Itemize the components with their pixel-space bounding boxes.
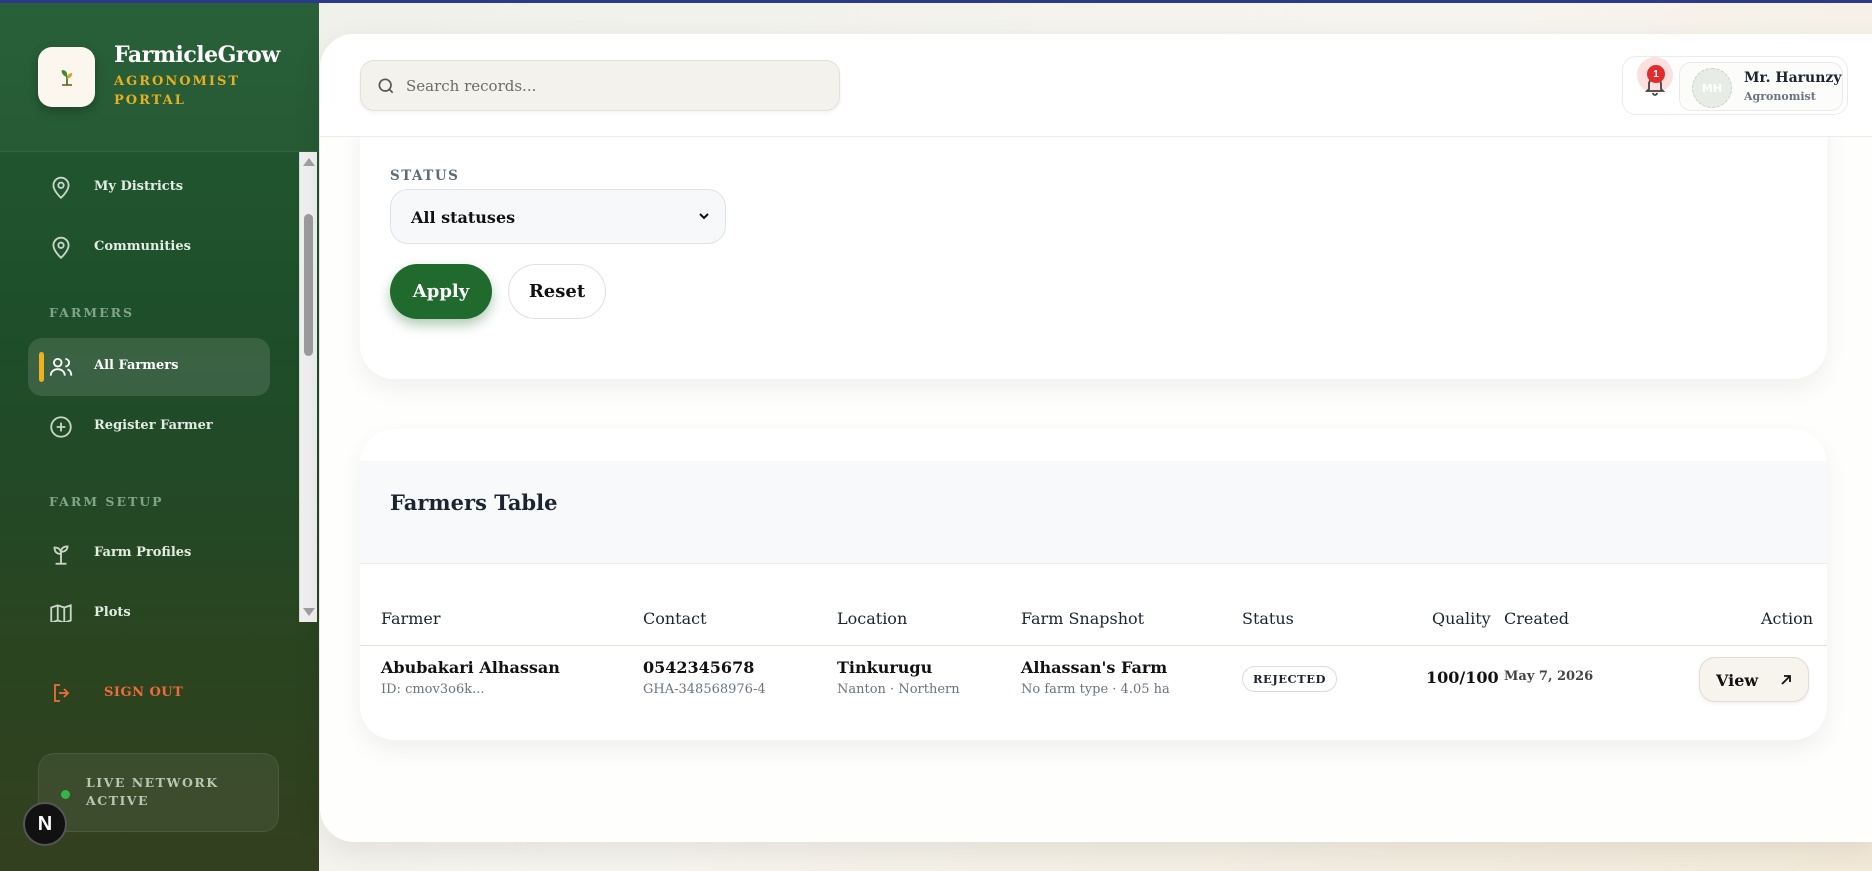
network-status-text: LIVE NETWORK ACTIVE <box>86 775 219 808</box>
section-label-farmers: FARMERS <box>49 305 135 320</box>
map-icon <box>50 604 72 622</box>
sprout-icon <box>53 545 69 565</box>
arrow-up-right-icon <box>1781 675 1791 685</box>
status-filter-label: STATUS <box>390 168 460 184</box>
farmer-id: ID: cmov3o6k... <box>381 682 485 697</box>
sidebar-nav: My Districts Communities FARMERS All Far… <box>0 152 299 622</box>
location-town: Tinkurugu <box>837 658 933 677</box>
sidebar-item-farm-profiles[interactable]: Farm Profiles <box>28 525 270 583</box>
sign-out-button[interactable]: SIGN OUT <box>28 665 270 719</box>
sidebar-item-communities[interactable]: Communities <box>28 219 270 277</box>
brand-name: FarmicleGrow <box>114 42 280 68</box>
sidebar-item-plots[interactable]: Plots <box>28 585 270 622</box>
column-header-farm-snapshot[interactable]: Farm Snapshot <box>1021 609 1144 628</box>
status-badge: REJECTED <box>1242 666 1337 692</box>
user-area: 1 MH Mr. Harunzy Agronomist <box>1622 56 1848 115</box>
scroll-up-arrow[interactable] <box>303 158 315 166</box>
network-status: LIVE NETWORK ACTIVE <box>38 753 279 832</box>
farmer-name: Abubakari Alhassan <box>381 658 560 677</box>
sidebar-item-all-farmers[interactable]: All Farmers <box>28 338 270 396</box>
table-header-row: Farmer Contact Location Farm Snapshot St… <box>360 594 1827 646</box>
reset-button[interactable]: Reset <box>508 264 606 319</box>
contact-phone: 0542345678 <box>643 658 755 677</box>
sidebar-item-label: Farm Profiles <box>94 545 192 560</box>
sidebar-item-label: Communities <box>94 239 191 254</box>
section-label-farm-setup: FARM SETUP <box>49 494 164 509</box>
sidebar-item-my-districts[interactable]: My Districts <box>28 159 270 217</box>
table-title: Farmers Table <box>390 490 558 515</box>
status-select-value: All statuses <box>411 208 516 227</box>
sign-out-label: SIGN OUT <box>104 685 184 700</box>
window-top-border <box>0 0 1872 3</box>
search-input[interactable] <box>406 61 826 110</box>
sidebar-item-label: All Farmers <box>94 358 179 373</box>
scroll-down-arrow[interactable] <box>303 608 315 616</box>
brand-header: FarmicleGrow AGRONOMIST PORTAL <box>0 0 319 152</box>
contact-card-number: GHA-348568976-4 <box>643 682 766 697</box>
plus-circle-icon <box>50 416 72 438</box>
logout-icon <box>54 684 70 702</box>
status-dot <box>61 790 70 799</box>
map-pin-icon <box>52 176 70 199</box>
sidebar: FarmicleGrow AGRONOMIST PORTAL My Distri… <box>0 0 319 871</box>
created-date: May 7, 2026 <box>1504 669 1594 684</box>
status-select[interactable]: All statuses <box>390 189 726 244</box>
chevron-down-icon <box>699 213 709 220</box>
column-header-action: Action <box>1761 609 1813 628</box>
farmers-table-card: Farmers Table Farmer Contact Location Fa… <box>360 429 1827 740</box>
apply-button[interactable]: Apply <box>390 264 492 319</box>
user-role: Agronomist <box>1744 90 1816 103</box>
sidebar-item-label: Plots <box>94 605 131 620</box>
sidebar-item-label: My Districts <box>94 179 184 194</box>
column-header-quality[interactable]: Quality <box>1432 609 1491 628</box>
quality-score: 100/100 <box>1426 668 1499 687</box>
farm-name: Alhassan's Farm <box>1021 658 1168 677</box>
table-header-band <box>360 461 1827 564</box>
user-name: Mr. Harunzy <box>1744 70 1842 86</box>
map-pin-icon <box>52 236 70 259</box>
column-header-farmer[interactable]: Farmer <box>381 609 441 628</box>
column-header-created[interactable]: Created <box>1504 609 1569 628</box>
search-icon <box>378 78 394 94</box>
location-region: Nanton · Northern <box>837 682 960 697</box>
leaf-logo-icon <box>61 70 72 86</box>
sidebar-item-label: Register Farmer <box>94 418 213 433</box>
brand-subtitle: AGRONOMIST PORTAL <box>114 74 241 108</box>
dev-tools-badge[interactable]: N <box>23 802 67 846</box>
filter-card <box>360 112 1827 379</box>
brand-logo[interactable] <box>38 47 95 107</box>
search-box[interactable] <box>360 60 840 111</box>
sidebar-item-register-farmer[interactable]: Register Farmer <box>28 398 270 456</box>
avatar: MH <box>1692 68 1732 108</box>
column-header-location[interactable]: Location <box>837 609 907 628</box>
user-profile-button[interactable]: MH Mr. Harunzy Agronomist <box>1679 62 1843 111</box>
column-header-contact[interactable]: Contact <box>643 609 707 628</box>
active-indicator <box>39 352 44 382</box>
column-header-status[interactable]: Status <box>1242 609 1294 628</box>
scroll-thumb[interactable] <box>304 214 313 356</box>
farm-detail: No farm type · 4.05 ha <box>1021 682 1170 697</box>
sidebar-scrollbar[interactable] <box>299 152 317 622</box>
notification-badge: 1 <box>1647 65 1665 83</box>
users-icon <box>49 357 73 376</box>
view-button-label: View <box>1716 671 1759 690</box>
view-button[interactable]: View <box>1699 657 1809 702</box>
